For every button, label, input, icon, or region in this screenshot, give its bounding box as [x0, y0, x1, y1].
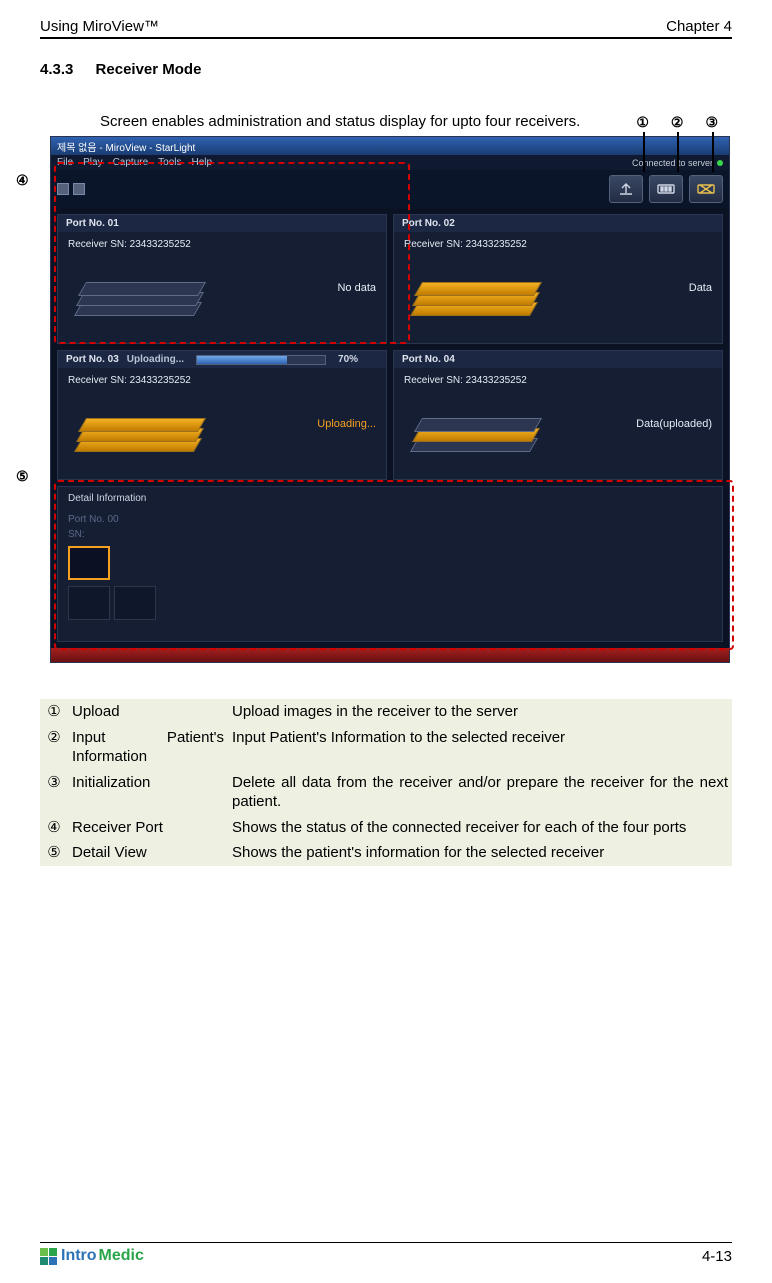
- app-window: 제목 없음 - MiroView - StarLight File Play C…: [50, 136, 730, 663]
- view-grid-icon[interactable]: [73, 183, 85, 195]
- legend-idx-1: ①: [40, 699, 68, 725]
- initialization-button[interactable]: [689, 175, 723, 203]
- detail-thumbnails: [68, 546, 712, 580]
- window-status-bar: [51, 648, 729, 662]
- legend-table: ① Upload Upload images in the receiver t…: [40, 699, 732, 866]
- top-callouts: ① ② ③: [636, 114, 718, 131]
- receiver-icon: [68, 262, 208, 332]
- port-status-1: No data: [337, 282, 376, 294]
- callout-3: ③: [705, 114, 718, 131]
- port-title-3: Port No. 03 Uploading... 70%: [58, 351, 386, 368]
- menu-file[interactable]: File: [57, 157, 73, 168]
- detail-sn: SN:: [68, 529, 712, 540]
- legend-desc-5: Shows the patient's information for the …: [228, 840, 732, 866]
- legend-idx-5: ⑤: [40, 840, 68, 866]
- view-mode-icons[interactable]: [57, 183, 85, 195]
- detail-thumbnails-row2: [68, 586, 712, 620]
- callout-1: ①: [636, 114, 649, 131]
- receiver-port-grid: Port No. 01 Receiver SN: 23433235252 No …: [51, 208, 729, 486]
- window-titlebar: 제목 없음 - MiroView - StarLight: [51, 137, 729, 155]
- callout-5: ⑤: [16, 468, 29, 485]
- legend-label-2: Input Patient's Information: [68, 725, 228, 770]
- toolbar: [51, 170, 729, 208]
- menu-help[interactable]: Help: [192, 157, 213, 168]
- upload-progress-pct: 70%: [338, 354, 358, 365]
- port-cell-2[interactable]: Port No. 02 Receiver SN: 23433235252 Dat…: [393, 214, 723, 344]
- upload-button[interactable]: [609, 175, 643, 203]
- upload-progress-bar: [196, 355, 326, 365]
- receiver-icon: [404, 398, 544, 468]
- port-cell-3[interactable]: Port No. 03 Uploading... 70% Receiver SN…: [57, 350, 387, 480]
- input-patient-button[interactable]: [649, 175, 683, 203]
- legend-label-4: Receiver Port: [68, 815, 228, 841]
- thumbnail-item[interactable]: [68, 586, 110, 620]
- table-row: ④ Receiver Port Shows the status of the …: [40, 815, 732, 841]
- legend-desc-2: Input Patient's Information to the selec…: [228, 725, 732, 770]
- port-status-4: Data(uploaded): [636, 418, 712, 430]
- doc-title: Using MiroView™: [40, 18, 159, 35]
- table-row: ② Input Patient's Information Input Pati…: [40, 725, 732, 770]
- callout-2: ②: [671, 114, 684, 131]
- receiver-icon: [404, 262, 544, 332]
- chapter-label: Chapter 4: [666, 18, 732, 35]
- port-status-3: Uploading...: [317, 418, 376, 430]
- detail-panel-title: Detail Information: [58, 487, 722, 510]
- menu-capture[interactable]: Capture: [113, 157, 149, 168]
- legend-idx-4: ④: [40, 815, 68, 841]
- table-row: ③ Initialization Delete all data from th…: [40, 770, 732, 815]
- port-status-2: Data: [689, 282, 712, 294]
- menu-tools[interactable]: Tools: [158, 157, 181, 168]
- callout-4: ④: [16, 172, 29, 189]
- section-number: 4.3.3: [40, 61, 73, 78]
- detail-information-panel: Detail Information Port No. 00 SN:: [57, 486, 723, 642]
- port-title-3-label: Port No. 03: [66, 354, 119, 365]
- port-sn-1: Receiver SN: 23433235252: [68, 239, 191, 250]
- menu-bar: File Play Capture Tools Help Connected t…: [51, 155, 729, 170]
- legend-desc-1: Upload images in the receiver to the ser…: [228, 699, 732, 725]
- table-row: ① Upload Upload images in the receiver t…: [40, 699, 732, 725]
- port-sn-2: Receiver SN: 23433235252: [404, 239, 527, 250]
- detail-port-number: Port No. 00: [68, 514, 712, 525]
- page-number: 4-13: [702, 1248, 732, 1265]
- port-title-1: Port No. 01: [58, 215, 386, 232]
- legend-idx-2: ②: [40, 725, 68, 770]
- port-title-2: Port No. 02: [394, 215, 722, 232]
- port-title-4: Port No. 04: [394, 351, 722, 368]
- logo-squares-icon: [40, 1248, 57, 1265]
- legend-idx-3: ③: [40, 770, 68, 815]
- table-row: ⑤ Detail View Shows the patient's inform…: [40, 840, 732, 866]
- port-sn-3: Receiver SN: 23433235252: [68, 375, 191, 386]
- page-footer: IntroMedic 4-13: [40, 1242, 732, 1265]
- port-cell-1[interactable]: Port No. 01 Receiver SN: 23433235252 No …: [57, 214, 387, 344]
- logo-text-b: Medic: [99, 1247, 144, 1265]
- page-header: Using MiroView™ Chapter 4: [40, 18, 732, 39]
- legend-label-1: Upload: [68, 699, 228, 725]
- window-title: 제목 없음 - MiroView - StarLight: [57, 139, 195, 154]
- receiver-icon: [68, 398, 208, 468]
- section-heading: 4.3.3 Receiver Mode: [40, 61, 732, 78]
- thumbnail-selected[interactable]: [68, 546, 110, 580]
- section-title: Receiver Mode: [96, 61, 202, 78]
- legend-label-3: Initialization: [68, 770, 228, 815]
- figure-container: ① ② ③ ④ ⑤ 제목 없음 - MiroView - StarLight F…: [40, 136, 732, 663]
- logo: IntroMedic: [40, 1247, 144, 1265]
- legend-desc-4: Shows the status of the connected receiv…: [228, 815, 732, 841]
- logo-text-a: Intro: [61, 1247, 97, 1265]
- upload-progress-label: Uploading...: [127, 354, 184, 365]
- port-sn-4: Receiver SN: 23433235252: [404, 375, 527, 386]
- legend-desc-3: Delete all data from the receiver and/or…: [228, 770, 732, 815]
- legend-label-5: Detail View: [68, 840, 228, 866]
- status-dot-icon: [717, 160, 723, 166]
- thumbnail-item[interactable]: [114, 586, 156, 620]
- view-list-icon[interactable]: [57, 183, 69, 195]
- menu-play[interactable]: Play: [83, 157, 102, 168]
- port-cell-4[interactable]: Port No. 04 Receiver SN: 23433235252 Dat…: [393, 350, 723, 480]
